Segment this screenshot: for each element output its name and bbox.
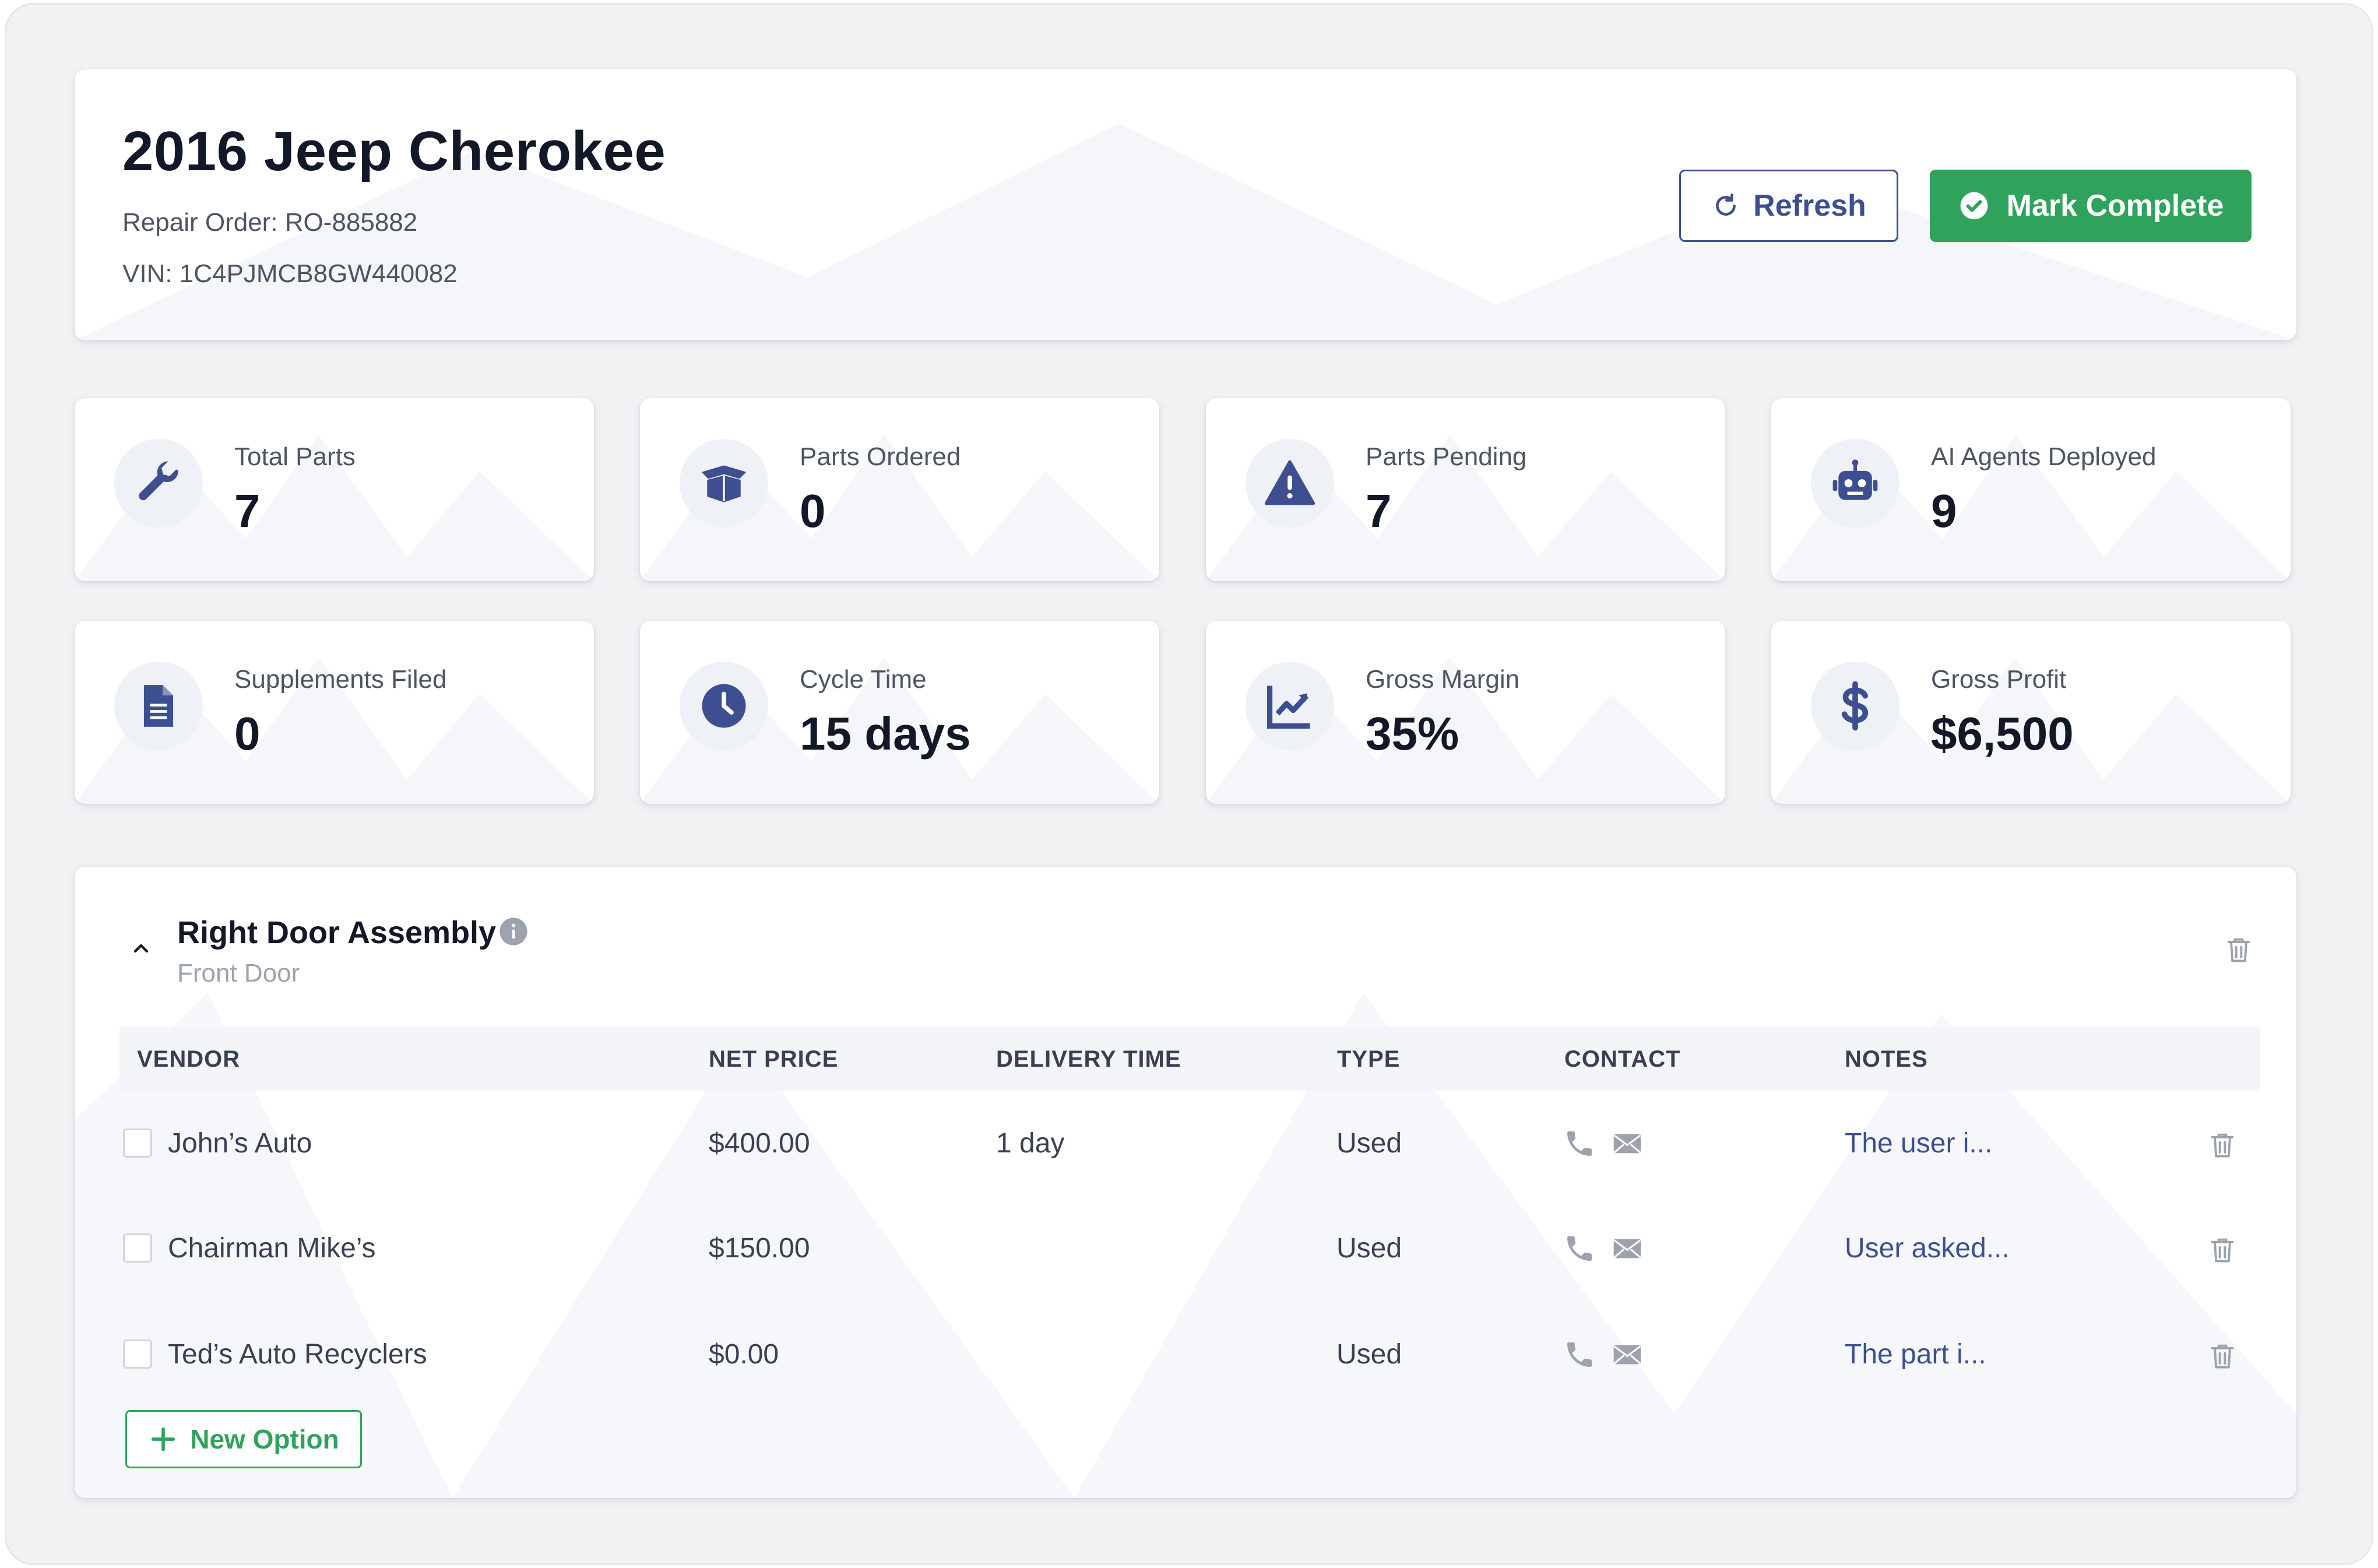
delete-row-trash-icon[interactable] bbox=[2207, 1232, 2238, 1267]
stat-label: Supplements Filed bbox=[234, 665, 447, 694]
part-name: Right Door Assembly bbox=[177, 915, 497, 950]
stat-value: 0 bbox=[800, 485, 826, 537]
new-option-label: New Option bbox=[190, 1424, 339, 1454]
column-header-vendor: VENDOR bbox=[137, 1046, 241, 1072]
stat-label: Gross Margin bbox=[1366, 665, 1520, 694]
table-header: VENDOR NET PRICE DELIVERY TIME TYPE CONT… bbox=[119, 1027, 2260, 1091]
stat-label: Parts Ordered bbox=[800, 442, 961, 471]
stat-value: 0 bbox=[234, 708, 261, 760]
delete-row-trash-icon[interactable] bbox=[2207, 1127, 2238, 1162]
new-option-button[interactable]: New Option bbox=[125, 1410, 362, 1468]
part-type: Used bbox=[1336, 1233, 1402, 1264]
column-header-type: TYPE bbox=[1337, 1046, 1401, 1072]
clock-icon bbox=[702, 684, 746, 728]
info-icon[interactable] bbox=[498, 916, 529, 947]
column-header-net-price: NET PRICE bbox=[709, 1046, 839, 1072]
part-type: Used bbox=[1336, 1339, 1402, 1370]
box-open-icon bbox=[701, 465, 747, 502]
stat-value: 35% bbox=[1366, 708, 1459, 760]
stat-card-total-parts: Total Parts 7 bbox=[75, 398, 594, 581]
vehicle-header: 2016 Jeep Cherokee Repair Order: RO-8858… bbox=[75, 69, 2296, 340]
net-price: $400.00 bbox=[709, 1128, 810, 1159]
stat-card-parts-pending: Parts Pending 7 bbox=[1206, 398, 1725, 581]
email-icon[interactable] bbox=[1611, 1232, 1644, 1265]
stat-card-supplements: Supplements Filed 0 bbox=[75, 621, 594, 804]
stat-value: 9 bbox=[1931, 485, 1957, 537]
mark-complete-label: Mark Complete bbox=[2006, 189, 2224, 223]
stat-label: Total Parts bbox=[234, 442, 356, 471]
refresh-button[interactable]: Refresh bbox=[1679, 170, 1898, 242]
stat-label: Gross Profit bbox=[1931, 665, 2067, 694]
delivery-time: 1 day bbox=[996, 1128, 1065, 1159]
plus-icon bbox=[152, 1427, 175, 1451]
notes-link[interactable]: User asked... bbox=[1845, 1232, 2010, 1264]
stat-card-gross-profit: Gross Profit $6,500 bbox=[1771, 621, 2291, 804]
wrench-icon bbox=[139, 461, 178, 501]
row-checkbox[interactable] bbox=[123, 1233, 152, 1263]
mark-complete-button[interactable]: Mark Complete bbox=[1930, 170, 2252, 242]
column-header-delivery-time: DELIVERY TIME bbox=[996, 1046, 1181, 1072]
email-icon[interactable] bbox=[1611, 1127, 1644, 1160]
stat-label: Cycle Time bbox=[800, 665, 927, 694]
table-row: John’s Auto $400.00 1 day Used The user … bbox=[119, 1091, 2260, 1196]
phone-icon[interactable] bbox=[1563, 1338, 1596, 1371]
delete-part-trash-icon[interactable] bbox=[2224, 932, 2254, 967]
collapse-chevron-icon[interactable] bbox=[129, 937, 153, 960]
stat-card-cycle-time: Cycle Time 15 days bbox=[640, 621, 1159, 804]
stat-value: 15 days bbox=[800, 708, 971, 760]
stat-value: $6,500 bbox=[1931, 708, 2074, 760]
column-header-notes: NOTES bbox=[1845, 1046, 1928, 1072]
stat-label: Parts Pending bbox=[1366, 442, 1527, 471]
repair-order-number: Repair Order: RO-885882 bbox=[122, 208, 418, 237]
vendor-name: Chairman Mike’s bbox=[168, 1233, 376, 1264]
phone-icon[interactable] bbox=[1563, 1127, 1596, 1160]
table-row: Ted’s Auto Recyclers $0.00 Used The part… bbox=[119, 1303, 2260, 1408]
net-price: $150.00 bbox=[709, 1233, 810, 1264]
row-checkbox[interactable] bbox=[123, 1340, 152, 1369]
chart-line-icon bbox=[1267, 685, 1310, 729]
stat-value: 7 bbox=[1366, 485, 1392, 537]
stat-card-parts-ordered: Parts Ordered 0 bbox=[640, 398, 1159, 581]
net-price: $0.00 bbox=[709, 1339, 779, 1370]
phone-icon[interactable] bbox=[1563, 1232, 1596, 1265]
part-card: Right Door Assembly Front Door VENDOR NE… bbox=[75, 867, 2296, 1498]
notes-link[interactable]: The user i... bbox=[1845, 1127, 1992, 1159]
refresh-label: Refresh bbox=[1753, 189, 1866, 223]
refresh-icon bbox=[1716, 193, 1736, 216]
stat-value: 7 bbox=[234, 485, 261, 537]
vendor-name: Ted’s Auto Recyclers bbox=[168, 1339, 427, 1370]
warning-icon bbox=[1264, 460, 1315, 505]
row-checkbox[interactable] bbox=[123, 1128, 152, 1158]
column-header-contact: CONTACT bbox=[1564, 1046, 1681, 1072]
page-title: 2016 Jeep Cherokee bbox=[122, 120, 666, 182]
part-type: Used bbox=[1336, 1128, 1402, 1159]
stat-label: AI Agents Deployed bbox=[1931, 442, 2157, 471]
check-circle-icon bbox=[1960, 192, 1987, 220]
vendor-name: John’s Auto bbox=[168, 1128, 312, 1159]
stat-card-ai-agents: AI Agents Deployed 9 bbox=[1771, 398, 2291, 581]
table-row: Chairman Mike’s $150.00 Used User asked.… bbox=[119, 1197, 2260, 1302]
delete-row-trash-icon[interactable] bbox=[2207, 1338, 2238, 1373]
document-icon bbox=[143, 685, 174, 727]
notes-link[interactable]: The part i... bbox=[1845, 1338, 1986, 1370]
robot-icon bbox=[1832, 459, 1878, 500]
stat-card-gross-margin: Gross Margin 35% bbox=[1206, 621, 1725, 804]
vin-number: VIN: 1C4PJMCB8GW440082 bbox=[122, 259, 458, 288]
email-icon[interactable] bbox=[1611, 1338, 1644, 1371]
dollar-icon bbox=[1841, 681, 1869, 731]
app-window: 2016 Jeep Cherokee Repair Order: RO-8858… bbox=[5, 3, 2373, 1565]
part-subtitle: Front Door bbox=[177, 959, 300, 987]
